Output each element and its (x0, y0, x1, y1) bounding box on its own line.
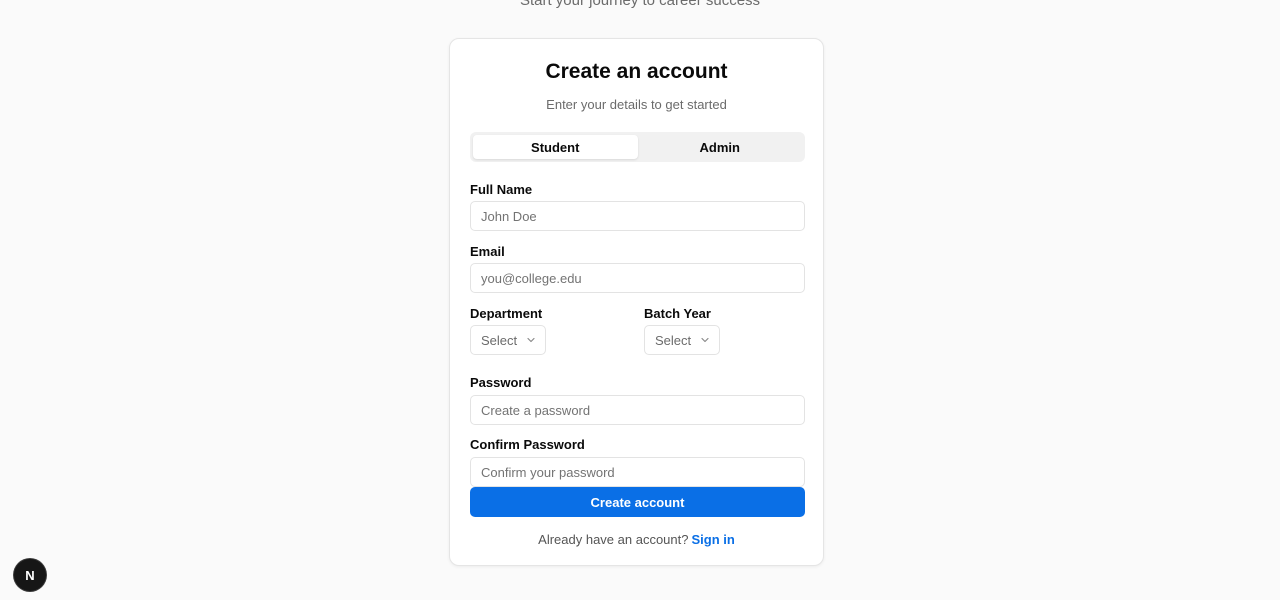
role-tabs: Student Admin (470, 132, 805, 162)
batch-year-select[interactable]: Select (644, 325, 720, 355)
sign-in-link[interactable]: Sign in (691, 532, 734, 547)
signin-prompt: Already have an account? Sign in (450, 532, 823, 548)
department-label: Department (470, 306, 543, 321)
nextjs-logo-icon: N (25, 567, 35, 583)
tab-student[interactable]: Student (473, 135, 638, 159)
confirm-password-label: Confirm Password (470, 437, 585, 452)
card-title: Create an account (545, 60, 728, 83)
department-select[interactable]: Select (470, 325, 546, 355)
batch-year-label: Batch Year (644, 306, 711, 321)
email-input[interactable] (470, 263, 805, 293)
page-tagline: Start your journey to career success (519, 0, 761, 9)
batch-year-select-value: Select (655, 332, 692, 348)
signin-prompt-text: Already have an account? (538, 532, 689, 547)
password-label: Password (470, 375, 532, 390)
department-select-value: Select (481, 332, 518, 348)
create-account-button[interactable]: Create account (470, 487, 805, 517)
password-input[interactable] (470, 395, 805, 425)
full-name-label: Full Name (470, 182, 533, 197)
chevron-down-icon (700, 335, 710, 345)
nextjs-dev-badge[interactable]: N (14, 559, 46, 591)
signup-card: Create an account Enter your details to … (449, 38, 824, 566)
confirm-password-input[interactable] (470, 457, 805, 487)
page: Start your journey to career success Cre… (0, 0, 1280, 600)
card-subtitle: Enter your details to get started (546, 97, 727, 112)
chevron-down-icon (526, 335, 536, 345)
email-label: Email (470, 244, 505, 259)
tab-admin[interactable]: Admin (638, 135, 803, 159)
full-name-input[interactable] (470, 201, 805, 231)
